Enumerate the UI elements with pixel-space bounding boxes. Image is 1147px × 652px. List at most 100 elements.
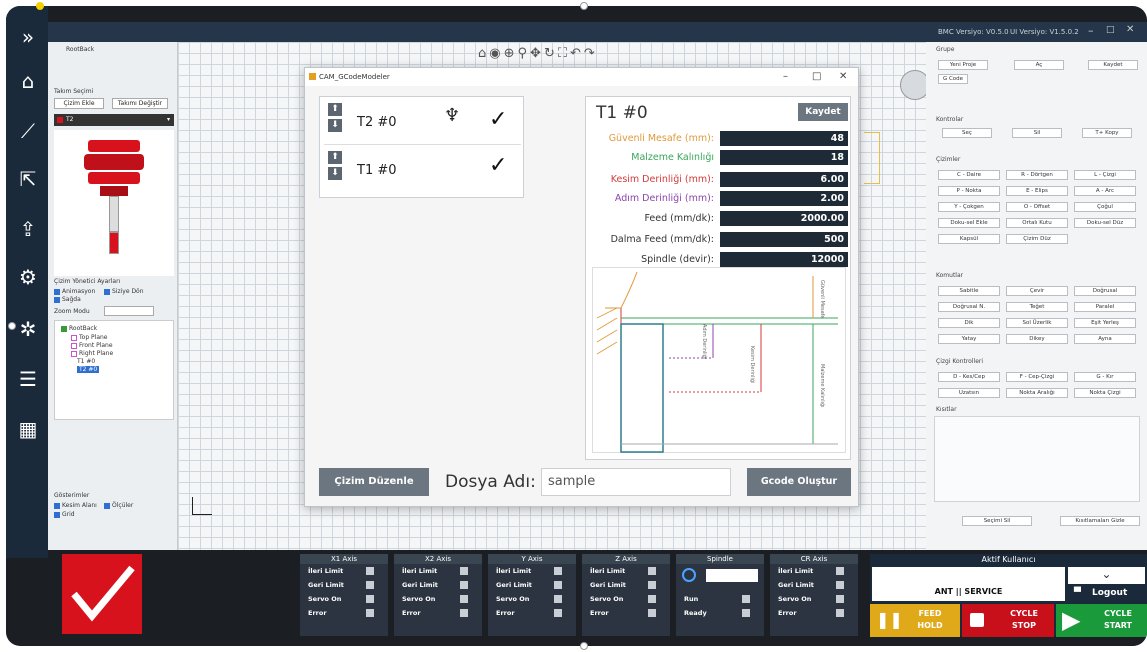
view-icon[interactable]: ◉ [489, 46, 503, 61]
select-button[interactable]: Seç [942, 128, 992, 138]
redo-icon[interactable]: ↷ [584, 46, 598, 61]
param-value[interactable]: 48 [720, 131, 848, 146]
point-spacing-button[interactable]: Nokta Aralığı [1006, 388, 1068, 398]
home-icon[interactable]: ⌂ [15, 68, 41, 94]
option-dimensions[interactable]: Ölçüler [104, 502, 133, 509]
vertical-button[interactable]: Dikey [1006, 334, 1068, 344]
calendar-icon[interactable]: ▦ [15, 416, 41, 442]
rectangle-button[interactable]: R - Dörtgen [1006, 170, 1068, 180]
capsule-button[interactable]: Kapsül [938, 234, 1000, 244]
tree-right-plane[interactable]: Right Plane [71, 350, 113, 357]
hide-constraints-button[interactable]: Kısıtlamaları Gizle [1060, 516, 1140, 526]
export-icon[interactable]: ⇱ [15, 166, 41, 192]
texture-add-button[interactable]: Doku-sel Ekle [938, 218, 1000, 228]
line-button[interactable]: L - Çizgi [1074, 170, 1136, 180]
cut-button[interactable]: D - Kes/Cep [938, 372, 1000, 382]
top-left-button[interactable]: Sol Üzerlik [1006, 318, 1068, 328]
collapse-icon[interactable]: » [15, 24, 41, 50]
undo-icon[interactable]: ↶ [570, 46, 584, 61]
parallel-button[interactable]: Paralel [1074, 302, 1136, 312]
zoom-icon[interactable]: ⚲ [518, 46, 531, 61]
user-dropdown-icon[interactable]: ⌄ [1068, 567, 1145, 584]
param-value[interactable]: 2000.00 [720, 211, 848, 226]
arc-button[interactable]: A - Arc [1074, 186, 1136, 196]
change-tool-button[interactable]: Takımı Değiştir [112, 98, 168, 109]
option-right[interactable]: Sağda [54, 296, 81, 303]
mirror-button[interactable]: Ayna [1074, 334, 1136, 344]
logout-button[interactable]: ▀ Logout [1068, 585, 1145, 601]
minimize-icon[interactable]: – [1088, 24, 1094, 37]
point-button[interactable]: P - Nokta [938, 186, 1000, 196]
feed-hold-button[interactable]: ❚❚ FEED HOLD [870, 604, 960, 637]
texture-edit-button[interactable]: Doku-sel Düz [1074, 218, 1136, 228]
move-down-icon[interactable]: ⬇ [328, 119, 342, 132]
linear-n-button[interactable]: Doğrusal N. [938, 302, 1000, 312]
move-down-icon[interactable]: ⬇ [328, 167, 342, 180]
tool-item[interactable]: ⬆ ⬇ T1 #0 ✓ [324, 147, 521, 193]
drawing-edit-button[interactable]: Çizim Düz [1006, 234, 1068, 244]
option-grid[interactable]: Grid [54, 511, 75, 518]
tool-item[interactable]: ⬆ ⬇ T2 #0 ♆ ✓ [324, 99, 521, 145]
point-line-button[interactable]: Nokta Çizgi [1074, 388, 1136, 398]
polygon-button[interactable]: Y - Çokgen [938, 202, 1000, 212]
list-icon[interactable]: ☰ [15, 366, 41, 392]
extend-button[interactable]: Uzatsın [938, 388, 1000, 398]
constraints-list[interactable] [934, 416, 1140, 502]
gears-icon[interactable]: ✲ [15, 316, 41, 342]
dialog-close-icon[interactable]: ✕ [839, 71, 847, 82]
param-value[interactable]: 500 [720, 232, 848, 247]
break-button[interactable]: G - Kır [1074, 372, 1136, 382]
fit-icon[interactable]: ⛶ [558, 46, 570, 61]
save-project-button[interactable]: Kaydet [1088, 60, 1138, 70]
close-icon[interactable]: ✕ [1126, 24, 1134, 35]
cycle-start-button[interactable]: ▶ CYCLE START [1056, 604, 1147, 637]
home-view-icon[interactable]: ⌂ [478, 46, 489, 61]
dialog-minimize-icon[interactable]: – [783, 71, 788, 82]
edit-drawing-button[interactable]: Çizim Düzenle [319, 468, 429, 496]
delete-selection-button[interactable]: Seçimi Sil [962, 516, 1032, 526]
pocket-button[interactable]: F - Cep-Çizgi [1006, 372, 1068, 382]
open-button[interactable]: Aç [1014, 60, 1064, 70]
param-value[interactable]: 12000 [720, 252, 848, 267]
cycle-stop-button[interactable]: CYCLE STOP [962, 604, 1054, 637]
tangent-button[interactable]: Teğet [1006, 302, 1068, 312]
tree-t1[interactable]: T1 #0 [77, 358, 95, 365]
tree-top-plane[interactable]: Top Plane [71, 334, 108, 341]
rotate-icon[interactable]: ↻ [544, 46, 558, 61]
perpendicular-button[interactable]: Dik [938, 318, 1000, 328]
param-value[interactable]: 2.00 [720, 191, 848, 206]
tree-root[interactable]: RootBack [61, 325, 97, 332]
param-value[interactable]: 18 [720, 150, 848, 165]
move-up-icon[interactable]: ⬆ [328, 103, 342, 116]
offset-button[interactable]: O - Offset [1006, 202, 1068, 212]
maximize-icon[interactable]: □ [1106, 25, 1115, 35]
add-drawing-button[interactable]: Çizim Ekle [54, 98, 104, 109]
zoom-window-icon[interactable]: ⊕ [504, 46, 518, 61]
upload-icon[interactable]: ⇪ [15, 216, 41, 242]
spindle-speed-input[interactable] [706, 569, 758, 582]
option-cut-area[interactable]: Kesim Alanı [54, 502, 97, 509]
delete-button[interactable]: Sil [1012, 128, 1062, 138]
generate-gcode-button[interactable]: Gcode Oluştur [747, 468, 851, 496]
fix-button[interactable]: Sabitle [938, 286, 1000, 296]
zoom-mode-select[interactable] [104, 306, 154, 316]
move-up-icon[interactable]: ⬆ [328, 151, 342, 164]
gcode-button[interactable]: G Code [938, 74, 968, 84]
centered-box-button[interactable]: Ortalı Kutu [1006, 218, 1068, 228]
save-button[interactable]: Kaydet [798, 103, 848, 121]
copy-button[interactable]: T+ Kopy [1082, 128, 1132, 138]
horizontal-button[interactable]: Yatay [938, 334, 1000, 344]
linear-button[interactable]: Doğrusal [1074, 286, 1136, 296]
circle-button[interactable]: C - Daire [938, 170, 1000, 180]
option-animation[interactable]: Animasyon [54, 288, 95, 295]
pan-icon[interactable]: ✥ [530, 46, 544, 61]
multiply-button[interactable]: Çoğul [1074, 202, 1136, 212]
tool-dropdown[interactable]: T2 ▾ [54, 114, 174, 126]
rotate-button[interactable]: Çevir [1006, 286, 1068, 296]
ellipse-button[interactable]: E - Elips [1006, 186, 1068, 196]
param-value[interactable]: 6.00 [720, 172, 848, 187]
tree-front-plane[interactable]: Front Plane [71, 342, 113, 349]
equal-button[interactable]: Eşit Yerleş [1074, 318, 1136, 328]
tree-t2[interactable]: T2 #0 [77, 366, 100, 373]
filename-input[interactable]: sample [541, 468, 731, 496]
